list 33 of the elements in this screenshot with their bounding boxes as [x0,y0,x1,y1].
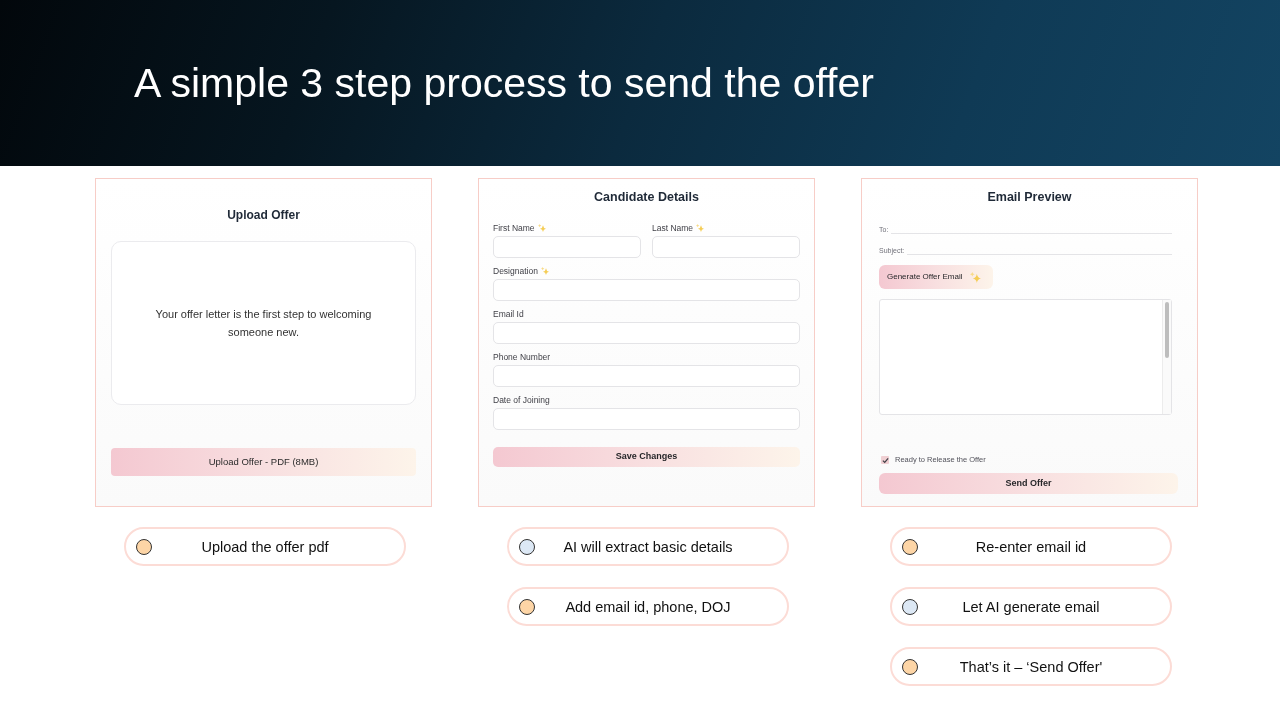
input-field[interactable] [493,236,641,258]
input-field[interactable] [493,279,800,301]
step-note-text: That’s it – ‘Send Offer' [958,657,1104,676]
send-offer-button[interactable]: Send Offer [879,473,1178,494]
email-body-field[interactable] [879,299,1172,415]
step-note-text: Upload the offer pdf [200,537,330,556]
dropzone-text: Your offer letter is the first step to welcoming someone new. [154,307,373,340]
card-title: Email Preview [986,189,1073,205]
sparkle-icon [970,271,982,283]
scrollbar[interactable] [1162,300,1171,414]
field-label: Last Name [652,223,694,233]
field-label: Date of Joining [493,395,550,405]
generate-email-button[interactable]: Generate Offer Email [879,265,993,289]
checkbox[interactable] [881,456,889,464]
upload-dropzone[interactable]: Your offer letter is the first step to welcoming someone new. [111,241,416,405]
save-button[interactable]: Save Changes [493,447,800,467]
input-field[interactable] [493,408,800,430]
page-title: A simple 3 step process to send the offer [134,59,874,107]
step-note-text: Add email id, phone, DOJ [564,597,732,616]
field-label: Phone Number [493,352,551,362]
field-label: Designation [493,266,538,276]
card-title: Upload Offer [226,208,301,222]
upload-button[interactable]: Upload Offer - PDF (8MB) [111,448,416,476]
card-title: Candidate Details [593,189,700,205]
input-field[interactable] [493,322,800,344]
input-field[interactable] [652,236,800,258]
step-note-text: Let AI generate email [961,597,1101,616]
field-label: First Name [493,223,535,233]
input-field[interactable] [493,365,800,387]
step-note-text: AI will extract basic details [562,537,734,556]
checkmark-icon [881,456,889,464]
step-note-text: Re-enter email id [974,537,1088,556]
field-label: Email Id [493,309,524,319]
